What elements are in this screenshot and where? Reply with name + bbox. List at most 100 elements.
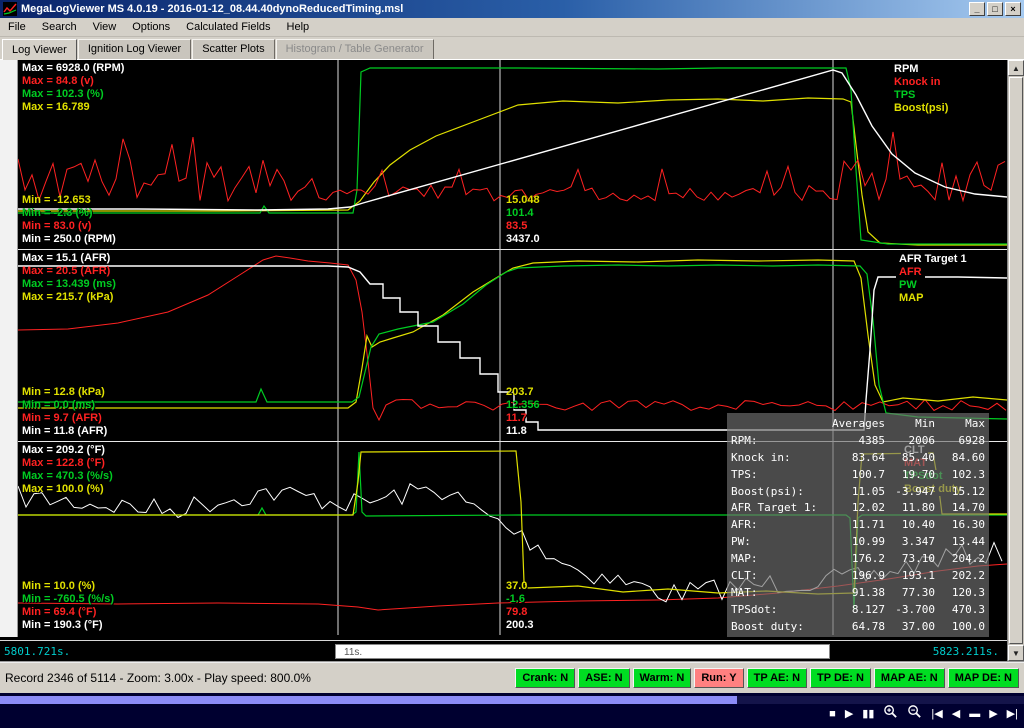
play-icon: ▶ xyxy=(845,706,853,722)
skip-end-button[interactable]: ▶| xyxy=(1007,706,1018,722)
stats-cell-avg: 100.7 xyxy=(831,468,885,481)
timeline-end-label: 5823.211s. xyxy=(933,645,999,658)
legend: RPMKnock inTPSBoost(psi) xyxy=(891,63,951,115)
step-forward-button[interactable]: ▶ xyxy=(989,706,997,722)
min-labels-1: Min = 0.0 (ms) xyxy=(22,399,107,412)
cursor-values-0: 15.048 xyxy=(506,194,540,207)
menu-item-file[interactable]: File xyxy=(0,19,34,35)
min-labels-3: Min = 11.8 (AFR) xyxy=(22,425,107,438)
menu-item-options[interactable]: Options xyxy=(124,19,178,35)
status-badge-warm-n: Warm: N xyxy=(633,668,692,688)
tab-histogram-table-generator[interactable]: Histogram / Table Generator xyxy=(276,39,434,59)
stats-row-mat: MAT:91.3877.30120.3 xyxy=(731,584,985,601)
pause-button[interactable]: ▮▮ xyxy=(862,706,874,722)
minimize-button[interactable]: _ xyxy=(969,2,985,16)
playback-progress-track[interactable] xyxy=(0,696,1024,704)
menu-item-search[interactable]: Search xyxy=(34,19,85,35)
legend-1: AFR xyxy=(896,266,925,279)
max-labels: Max = 6928.0 (RPM)Max = 84.8 (v)Max = 10… xyxy=(22,62,124,114)
tab-log-viewer[interactable]: Log Viewer xyxy=(2,39,77,60)
timeline-thumb[interactable]: 11s. xyxy=(335,644,830,659)
magnifier-minus-icon xyxy=(907,704,922,724)
play-button[interactable]: ▶ xyxy=(845,706,853,722)
maximize-button[interactable]: □ xyxy=(987,2,1003,16)
max-labels: Max = 209.2 (°F)Max = 122.8 (°F)Max = 47… xyxy=(22,444,113,496)
stats-cell-max: 13.44 xyxy=(935,535,985,548)
step-back-button[interactable]: ◀ xyxy=(952,706,960,722)
zoom-out-button[interactable] xyxy=(907,704,922,724)
menu-item-help[interactable]: Help xyxy=(279,19,318,35)
skip-start-button[interactable]: |◀ xyxy=(931,706,942,722)
stop-button[interactable]: ■ xyxy=(829,706,836,722)
min-labels-1: Min = -2.3 (%) xyxy=(22,207,116,220)
stats-row-knock-in: Knock in:83.6485.4084.60 xyxy=(731,449,985,466)
stats-cell-min: 77.30 xyxy=(885,586,935,599)
legend-0: AFR Target 1 xyxy=(896,253,970,266)
range-button[interactable]: ▬ xyxy=(969,706,980,722)
max-labels-1: Max = 122.8 (°F) xyxy=(22,457,113,470)
timeline-scrollbar[interactable]: 5801.721s. 11s. 5823.211s. xyxy=(0,640,1007,661)
window-title: MegaLogViewer MS 4.0.19 - 2016-01-12_08.… xyxy=(21,3,969,15)
min-labels-0: Min = 12.8 (kPa) xyxy=(22,386,107,399)
stats-cell-max: 16.30 xyxy=(935,518,985,531)
min-labels: Min = -12.653Min = -2.3 (%)Min = 83.0 (v… xyxy=(22,194,116,246)
stats-cell-max: 84.60 xyxy=(935,451,985,464)
stats-cell-min: 11.80 xyxy=(885,501,935,514)
pause-icon: ▮▮ xyxy=(862,706,874,722)
status-badge-ase-n: ASE: N xyxy=(578,668,629,688)
stats-row-pw: PW:10.993.34713.44 xyxy=(731,533,985,550)
chart-area: Max = 6928.0 (RPM)Max = 84.8 (v)Max = 10… xyxy=(0,60,1024,661)
stats-cell-min: -3.700 xyxy=(885,603,935,616)
skip-start-icon: |◀ xyxy=(931,706,942,722)
menu-item-view[interactable]: View xyxy=(85,19,125,35)
cursor-values-2: 79.8 xyxy=(506,606,534,619)
stats-cell-avg: 176.2 xyxy=(831,552,885,565)
stats-cell-avg: 11.71 xyxy=(831,518,885,531)
menu-item-calculated-fields[interactable]: Calculated Fields xyxy=(178,19,278,35)
status-badge-run-y: Run: Y xyxy=(694,668,743,688)
stats-cell-max: 102.3 xyxy=(935,468,985,481)
stats-cell-min: 73.10 xyxy=(885,552,935,565)
stats-cell-min: 3.347 xyxy=(885,535,935,548)
max-labels-0: Max = 6928.0 (RPM) xyxy=(22,62,124,75)
stats-row-clt: CLT:196.9193.1202.2 xyxy=(731,567,985,584)
cursor-values-3: 11.8 xyxy=(506,425,540,438)
scroll-down-icon[interactable]: ▼ xyxy=(1008,645,1024,661)
cursor-values-3: 200.3 xyxy=(506,619,534,632)
stats-cell-min: 85.40 xyxy=(885,451,935,464)
stats-row-label: MAP: xyxy=(731,552,831,565)
zoom-in-button[interactable] xyxy=(883,704,898,724)
stats-cell-avg: 91.38 xyxy=(831,586,885,599)
stats-row-tps: TPS:100.719.70102.3 xyxy=(731,466,985,483)
max-labels-2: Max = 470.3 (%/s) xyxy=(22,470,113,483)
chart-panel-rpm[interactable]: Max = 6928.0 (RPM)Max = 84.8 (v)Max = 10… xyxy=(18,60,1007,250)
cursor-values-3: 3437.0 xyxy=(506,233,540,246)
close-button[interactable]: × xyxy=(1005,2,1021,16)
status-badge-map-de-n: MAP DE: N xyxy=(948,668,1019,688)
cursor-values: 15.048101.483.53437.0 xyxy=(506,194,540,246)
stats-row-rpm: RPM:438520066928 xyxy=(731,432,985,449)
tab-scatter-plots[interactable]: Scatter Plots xyxy=(192,39,274,59)
tab-bar: Log ViewerIgnition Log ViewerScatter Plo… xyxy=(0,37,1024,60)
max-labels-0: Max = 209.2 (°F) xyxy=(22,444,113,457)
stats-cell-min: 37.00 xyxy=(885,620,935,633)
min-labels-2: Min = 69.4 (°F) xyxy=(22,606,114,619)
cursor-values: 203.712.35611.711.8 xyxy=(506,386,540,438)
stats-row-afr: AFR:11.7110.4016.30 xyxy=(731,516,985,533)
scroll-up-icon[interactable]: ▲ xyxy=(1008,60,1024,76)
menu-bar: FileSearchViewOptionsCalculated FieldsHe… xyxy=(0,18,1024,37)
vertical-scrollbar[interactable]: ▲ ▼ xyxy=(1007,60,1024,661)
cursor-values-1: 12.356 xyxy=(506,399,540,412)
cursor-values-0: 203.7 xyxy=(506,386,540,399)
playback-controls: ■ ▶ ▮▮ |◀ ◀ ▬ ▶ ▶| xyxy=(829,704,1018,724)
tab-ignition-log-viewer[interactable]: Ignition Log Viewer xyxy=(78,39,191,59)
magnifier-plus-icon xyxy=(883,704,898,724)
min-labels-2: Min = 83.0 (v) xyxy=(22,220,116,233)
stats-cell-max: 100.0 xyxy=(935,620,985,633)
step-back-icon: ◀ xyxy=(952,706,960,722)
stats-cell-avg: 4385 xyxy=(831,434,885,447)
stats-overlay: AveragesMinMaxRPM:438520066928Knock in:8… xyxy=(727,413,989,637)
stats-cell-min: 193.1 xyxy=(885,569,935,582)
vertical-scroll-thumb[interactable] xyxy=(1009,77,1023,644)
stats-row-label: Boost duty: xyxy=(731,620,831,633)
